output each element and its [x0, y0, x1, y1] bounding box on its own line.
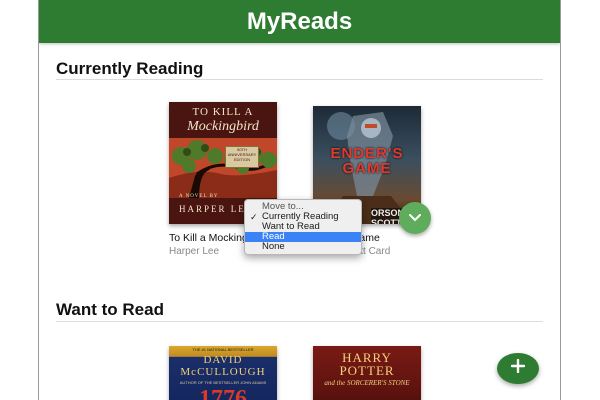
- cover-title-text: ENDER'S GAME: [330, 145, 404, 177]
- add-book-button[interactable]: [497, 353, 539, 384]
- shelf-changer-button[interactable]: [399, 202, 431, 234]
- shelf-divider: [56, 79, 543, 80]
- menu-option-label: None: [262, 241, 285, 252]
- anniversary-badge: 50TH ANNIVERSARY EDITION: [225, 146, 259, 168]
- chevron-down-icon: [409, 209, 421, 227]
- app-header: MyReads: [39, 0, 560, 43]
- tree-illustration: [169, 138, 277, 198]
- book-cover[interactable]: THE #1 NATIONAL BESTSELLER DAVID McCULLO…: [169, 346, 277, 400]
- shelf-title-currently-reading: Currently Reading: [56, 59, 204, 78]
- shelf-move-menu: Move to... ✓ Currently Reading Want to R…: [244, 199, 362, 255]
- cover-text: THE #1 NATIONAL BESTSELLER: [192, 347, 254, 352]
- plus-icon: [510, 358, 526, 378]
- shelf-title-want-to-read: Want to Read: [56, 300, 164, 319]
- cover-author-text: HARPER LEE: [179, 204, 254, 214]
- book-cover[interactable]: HARRY POTTER and the SORCERER'S STONE: [313, 346, 421, 400]
- cover-text: AUTHOR OF THE BESTSELLER JOHN ADAMS: [179, 380, 267, 385]
- cover-title-text: 1776: [199, 386, 247, 400]
- book-item: HARRY POTTER and the SORCERER'S STONE: [313, 346, 425, 400]
- cover-text: TO KILL A: [192, 106, 254, 118]
- checkmark-icon: ✓: [250, 212, 258, 222]
- menu-option-none[interactable]: None: [245, 242, 361, 252]
- app-title: MyReads: [246, 7, 353, 35]
- shelf-divider: [56, 321, 543, 322]
- book-item: THE #1 NATIONAL BESTSELLER DAVID McCULLO…: [169, 346, 281, 400]
- cover-text: A NOVEL BY: [179, 194, 219, 199]
- cover-author-text: DAVID McCULLOUGH: [180, 354, 266, 378]
- app-window: MyReads Currently Reading TO KILL A Mock…: [38, 0, 561, 400]
- cover-title-text: HARRY POTTER: [339, 350, 395, 378]
- cover-text: Mockingbird: [187, 119, 259, 134]
- cover-text: and the SORCERER'S STONE: [324, 379, 410, 387]
